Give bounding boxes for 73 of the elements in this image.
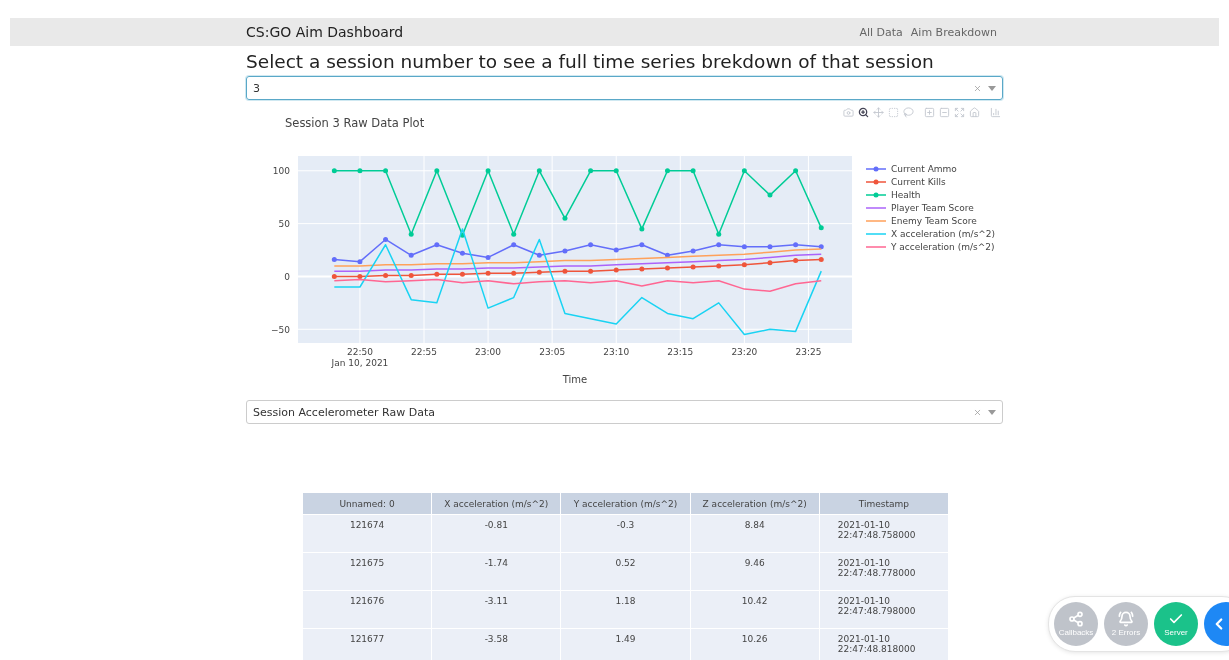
table-cell: 8.84 <box>690 514 820 553</box>
table-cell: 9.46 <box>690 552 820 591</box>
table-cell: -0.3 <box>560 514 691 553</box>
x-tick-label: 22:55 <box>411 347 437 357</box>
legend-label[interactable]: Enemy Team Score <box>891 216 977 226</box>
zoom-out-icon[interactable] <box>939 107 950 118</box>
table-cell: -3.58 <box>431 628 561 660</box>
table-cell: 2021-01-10 22:47:48.818000 <box>819 628 949 660</box>
y-tick-label: 0 <box>284 271 290 282</box>
legend-label[interactable]: Current Kills <box>891 177 946 187</box>
nav-link[interactable]: All Data <box>859 25 903 39</box>
column-header: Z acceleration (m/s^2) <box>690 492 820 515</box>
column-header: X acceleration (m/s^2) <box>431 492 561 515</box>
legend-label[interactable]: Health <box>891 190 921 200</box>
legend-symbol[interactable] <box>865 166 887 172</box>
legend-label[interactable]: Player Team Score <box>891 203 974 213</box>
camera-icon[interactable] <box>843 107 854 118</box>
bar-chart-icon[interactable] <box>990 107 1001 118</box>
page-heading: Select a session number to see a full time series brekdown of that session <box>246 51 935 72</box>
column-header: Timestamp <box>819 492 949 515</box>
x-axis-title: Time <box>562 374 588 385</box>
legend-symbol[interactable] <box>865 192 887 198</box>
table-cell: 10.42 <box>690 590 820 629</box>
table-cell: 121677 <box>302 628 432 660</box>
x-tick-label: 23:05 <box>539 347 566 357</box>
table-cell: -1.74 <box>431 552 561 591</box>
table-cell: 1.18 <box>560 590 691 629</box>
y-tick-label: 50 <box>278 219 290 230</box>
x-tick-label: 23:00 <box>475 347 502 357</box>
dropdown-value: 3 <box>253 81 261 95</box>
home-icon[interactable] <box>969 107 980 118</box>
bell-icon <box>1118 611 1134 627</box>
x-tick-label: 22:50 Jan 10, 2021 <box>331 347 389 368</box>
y-tick-label: 100 <box>272 166 290 177</box>
table-cell: 1.49 <box>560 628 691 660</box>
x-tick-label: 23:25 <box>795 347 822 357</box>
legend-symbol[interactable] <box>865 179 887 185</box>
table-cell: 10.26 <box>690 628 820 660</box>
x-tick-label: 23:20 <box>731 347 758 357</box>
table-cell: -0.81 <box>431 514 561 553</box>
table-cell: 121676 <box>302 590 432 629</box>
share-icon <box>1068 611 1084 627</box>
navbar-title: CS:GO Aim Dashboard <box>246 24 405 40</box>
zoom-icon[interactable] <box>858 107 869 118</box>
legend-label[interactable]: Current Ammo <box>891 164 957 174</box>
table-cell: 121675 <box>302 552 432 591</box>
nav-link[interactable]: Aim Breakdown <box>910 25 997 39</box>
clear-icon[interactable] <box>973 83 982 93</box>
dropdown-value: Session Accelerometer Raw Data <box>253 405 436 419</box>
column-header: Unnamed: 0 <box>302 492 432 515</box>
zoom-in-icon[interactable] <box>924 107 935 118</box>
column-header: Y acceleration (m/s^2) <box>560 492 691 515</box>
pan-icon[interactable] <box>873 107 884 118</box>
table-cell: 121674 <box>302 514 432 553</box>
table-cell: 0.52 <box>560 552 691 591</box>
clear-icon[interactable] <box>973 407 982 417</box>
y-tick-label: −50 <box>271 324 290 335</box>
autoscale-icon[interactable] <box>954 107 965 118</box>
dropdown[interactable]: Session Accelerometer Raw Data <box>246 400 1003 424</box>
table-cell: 2021-01-10 22:47:48.758000 <box>819 514 949 553</box>
dropdown[interactable]: 3 <box>246 76 1003 100</box>
table-cell: 2021-01-10 22:47:48.798000 <box>819 590 949 629</box>
x-tick-label: 23:10 <box>603 347 630 357</box>
table-cell: -3.11 <box>431 590 561 629</box>
lasso-icon[interactable] <box>903 107 914 118</box>
chart-title: Session 3 Raw Data Plot <box>285 116 425 130</box>
table-cell: 2021-01-10 22:47:48.778000 <box>819 552 949 591</box>
x-tick-label: 23:15 <box>667 347 694 357</box>
caret-icon <box>988 409 996 415</box>
legend-label[interactable]: X acceleration (m/s^2) <box>891 229 996 239</box>
caret-icon <box>988 85 996 91</box>
legend-label[interactable]: Y acceleration (m/s^2) <box>891 242 995 252</box>
box-select-icon[interactable] <box>888 107 899 118</box>
